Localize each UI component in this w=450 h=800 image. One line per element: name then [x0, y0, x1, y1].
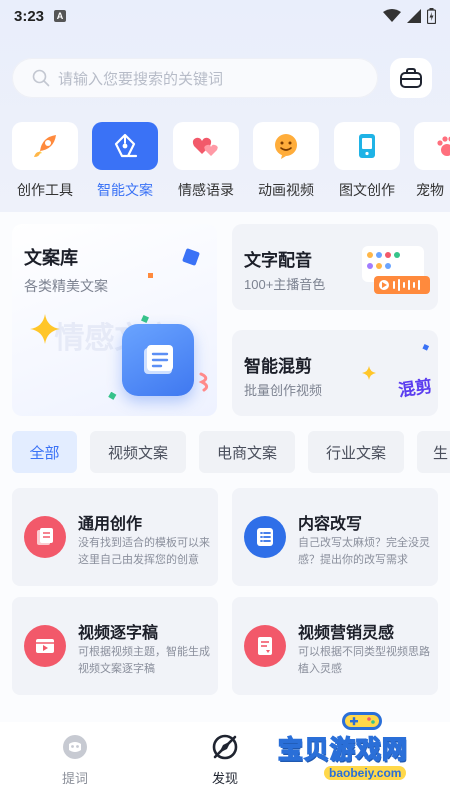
- sim-icon: A: [54, 10, 67, 22]
- category-item-creation-tools[interactable]: 创作工具: [12, 122, 78, 200]
- curl-decoration-icon: [198, 372, 209, 392]
- function-title: 通用创作: [78, 516, 143, 533]
- toolbox-button[interactable]: [390, 58, 432, 98]
- note-icon: [244, 625, 286, 667]
- card-title: 智能混剪: [244, 357, 312, 376]
- chip-ecommerce-copy[interactable]: 电商文案: [199, 431, 295, 473]
- sparkle-icon: [362, 366, 376, 380]
- text-dubbing-card[interactable]: 文字配音 100+主播音色: [232, 224, 438, 310]
- function-card-video-marketing[interactable]: 视频营销灵感 可以根据不同类型视频思路植入灵感: [232, 597, 438, 695]
- function-card-general-creation[interactable]: 通用创作 没有找到适合的模板可以来这里自己由发挥您的创意: [12, 488, 218, 586]
- watermark-title: 宝贝游戏网: [277, 735, 409, 765]
- card-subtitle: 批量创作视频: [244, 383, 323, 398]
- compass-icon: [185, 732, 265, 762]
- filter-chips: 全部 视频文案 电商文案 行业文案 生: [12, 431, 450, 473]
- chip-all[interactable]: 全部: [12, 431, 77, 473]
- watermark: 宝贝游戏网 baobeiy.com: [270, 706, 450, 800]
- category-tile: [173, 122, 239, 170]
- category-tile: [334, 122, 400, 170]
- card-subtitle: 各类精美文案: [24, 278, 108, 294]
- watermark-url: baobeiy.com: [324, 766, 407, 780]
- sparkle-icon: [30, 314, 60, 344]
- wifi-icon: [383, 9, 401, 22]
- nav-label: 提词: [61, 771, 88, 786]
- dot-decoration-icon: [108, 392, 117, 400]
- category-tile: [253, 122, 319, 170]
- battery-icon: [427, 8, 436, 24]
- category-item-graphic-creation[interactable]: 图文创作: [334, 122, 400, 200]
- list-icon: [244, 516, 286, 558]
- prompter-icon: [35, 732, 115, 762]
- category-tile: [12, 122, 78, 170]
- category-item-animation-video[interactable]: 动画视频: [253, 122, 319, 200]
- function-title: 视频营销灵感: [298, 625, 395, 642]
- nav-item-prompter[interactable]: 提词: [35, 732, 115, 787]
- search-icon: [32, 69, 50, 87]
- dot-decoration-icon: [422, 344, 430, 351]
- voice-waveform-icon: [362, 246, 430, 294]
- category-label: 智能文案: [97, 182, 153, 198]
- status-bar: 3:23 A: [0, 0, 450, 32]
- function-desc: 可以根据不同类型视频思路植入灵感: [298, 646, 430, 675]
- function-title: 视频逐字稿: [78, 625, 159, 642]
- nav-label: 发现: [211, 771, 238, 786]
- function-card-content-rewrite[interactable]: 内容改写 自己改写太麻烦？完全没灵感？提出你的改写需求: [232, 488, 438, 586]
- function-title: 内容改写: [298, 516, 363, 533]
- mix-art-text: 混剪: [397, 376, 434, 401]
- search-input[interactable]: 请输入您要搜索的关键词: [12, 58, 378, 98]
- phone-icon: [359, 134, 375, 158]
- diamond-decoration-icon: [182, 248, 200, 266]
- video-play-icon: [24, 625, 66, 667]
- nav-item-discover[interactable]: 发现: [185, 732, 265, 787]
- card-title: 文案库: [24, 248, 78, 268]
- category-label: 动画视频: [258, 182, 314, 198]
- smiley-icon: [275, 134, 297, 159]
- function-desc: 没有找到适合的模板可以来这里自己由发挥您的创意: [78, 537, 210, 566]
- rocket-icon: [34, 135, 56, 157]
- status-time: 3:23: [14, 7, 45, 25]
- function-desc: 可根据视频主题，智能生成视频文案逐字稿: [78, 646, 210, 675]
- category-item-smart-copy[interactable]: 智能文案: [92, 122, 158, 200]
- category-label: 创作工具: [17, 182, 73, 198]
- status-icons: [383, 8, 436, 24]
- chip-industry-copy[interactable]: 行业文案: [308, 431, 404, 473]
- category-tile: [92, 122, 158, 170]
- category-row: 创作工具 智能文案 情感语录 动画视频 图文创作 宠物: [0, 122, 450, 202]
- category-label: 宠物: [416, 182, 444, 198]
- document-icon: [24, 516, 66, 558]
- card-title: 文字配音: [244, 251, 312, 270]
- dot-decoration-icon: [148, 273, 153, 278]
- category-label: 图文创作: [339, 182, 395, 198]
- hearts-icon: [192, 137, 218, 156]
- document-stack-icon: [122, 324, 194, 396]
- function-card-video-transcript[interactable]: 视频逐字稿 可根据视频主题，智能生成视频文案逐字稿: [12, 597, 218, 695]
- toolbox-icon: [400, 68, 422, 88]
- paw-icon: [437, 136, 450, 156]
- smart-mix-card[interactable]: 智能混剪 批量创作视频 混剪: [232, 330, 438, 416]
- search-placeholder: 请输入您要搜索的关键词: [58, 70, 224, 88]
- chip-more[interactable]: 生: [417, 431, 450, 473]
- chip-video-copy[interactable]: 视频文案: [90, 431, 186, 473]
- category-label: 情感语录: [178, 182, 234, 198]
- dot-decoration-icon: [141, 315, 149, 323]
- function-desc: 自己改写太麻烦？完全没灵感？提出你的改写需求: [298, 537, 430, 566]
- signal-icon: [407, 9, 421, 23]
- category-tile: [414, 122, 450, 170]
- copy-library-card[interactable]: 情感文案 文案库 各类精美文案: [12, 224, 217, 416]
- pen-nib-icon: [114, 133, 138, 158]
- card-subtitle: 100+主播音色: [244, 277, 326, 292]
- category-item-emotion-quotes[interactable]: 情感语录: [173, 122, 239, 200]
- category-item-pets[interactable]: 宠物: [414, 122, 450, 200]
